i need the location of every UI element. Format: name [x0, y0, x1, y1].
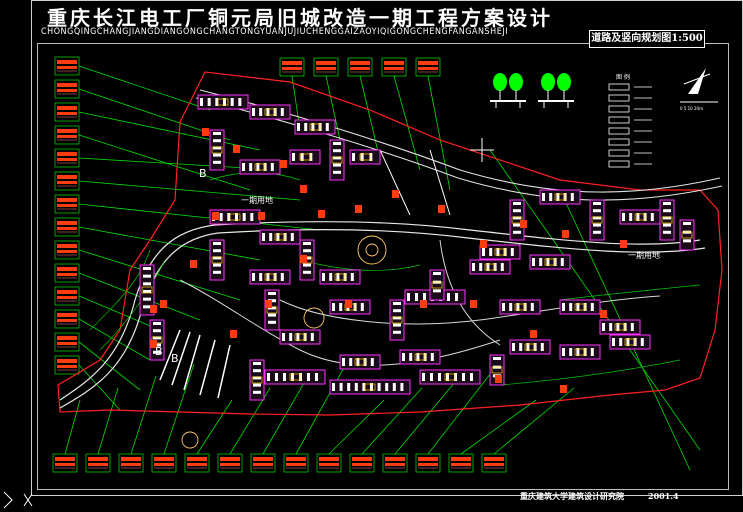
zone-b2-label: B [155, 345, 163, 358]
svg-text:0 5 10 20m: 0 5 10 20m [680, 106, 703, 111]
terrain-contours [89, 172, 701, 386]
north-arrow-icon: 0 5 10 20m [680, 68, 718, 111]
tree-legend [490, 73, 574, 108]
top-label-blocks [279, 57, 441, 77]
left-label-blocks [54, 56, 80, 375]
crosshair-cursor-icon [470, 138, 494, 162]
zone-b1-label: B [199, 167, 207, 180]
phase1-right-label: 一期用地 [628, 250, 660, 260]
legend-heading: 图 例 [616, 73, 630, 81]
footer-date: 2001.4 [648, 491, 679, 501]
footer-organization: 重庆建筑大学建筑设计研究院 [520, 491, 624, 501]
buildings [139, 94, 695, 401]
site-plan-canvas[interactable]: 0 5 10 20m 一期用地 一期用地 B B B 图 例 [0, 0, 743, 512]
phase1-left-label: 一期用地 [241, 195, 273, 205]
bottom-label-blocks [52, 453, 507, 473]
zone-b3-label: B [171, 352, 179, 365]
ucs-icon [3, 491, 33, 509]
legend-swatches [608, 83, 652, 168]
